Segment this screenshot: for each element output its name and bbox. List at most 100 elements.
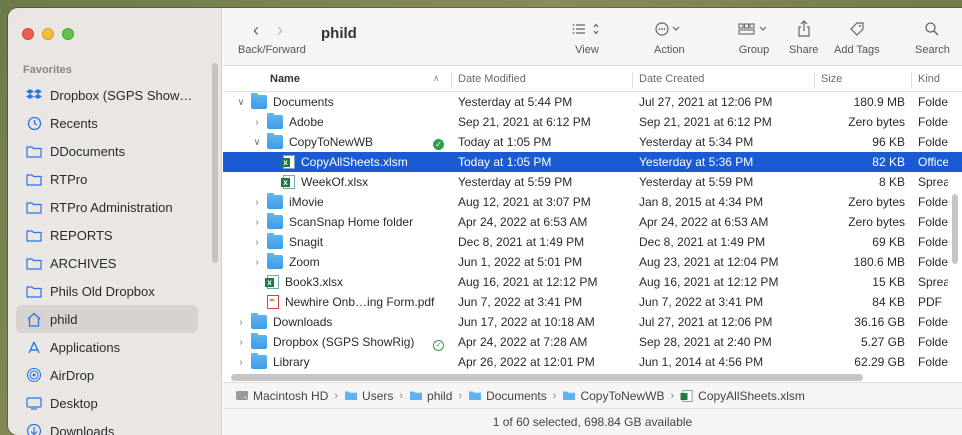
dropbox-icon xyxy=(26,87,42,103)
minimize-button[interactable] xyxy=(42,28,54,40)
column-header-name[interactable]: Name xyxy=(270,73,300,85)
file-row[interactable]: ∨ Documents Yesterday at 5:44 PM Jul 27, 20… xyxy=(223,92,962,112)
disclosure-closed-icon[interactable]: › xyxy=(251,237,263,248)
sidebar-scrollbar[interactable] xyxy=(212,63,218,263)
path-item[interactable]: Users xyxy=(344,389,393,403)
path-item[interactable]: phild xyxy=(409,389,452,403)
excel-file-icon xyxy=(281,175,295,189)
file-row[interactable]: Newhire Onb…ing Form.pdf Jun 7, 2022 at 3… xyxy=(223,292,962,312)
window-controls xyxy=(22,28,74,40)
horizontal-scrollbar[interactable] xyxy=(231,374,863,381)
sidebar-item-label: Dropbox (SGPS Show… xyxy=(50,87,193,103)
file-size: 96 KB xyxy=(872,135,905,149)
path-bar: Macintosh HD › Users › phild › Documents › CopyT… xyxy=(223,382,962,408)
disclosure-closed-icon[interactable]: › xyxy=(251,217,263,228)
disclosure-closed-icon[interactable]: › xyxy=(235,317,247,328)
file-kind: Folder xyxy=(918,335,948,349)
file-row[interactable]: › Dropbox (SGPS ShowRig) ✓ Apr 24, 2022 at … xyxy=(223,332,962,352)
file-name: Library xyxy=(273,355,310,369)
forward-icon[interactable]: › xyxy=(277,20,283,41)
path-separator-icon: › xyxy=(399,389,404,402)
sidebar-item-label: Phils Old Dropbox xyxy=(50,283,155,299)
sidebar-item-phils-old-dropbox[interactable]: Phils Old Dropbox xyxy=(16,277,198,305)
sidebar-item-desktop[interactable]: Desktop xyxy=(16,389,198,417)
close-button[interactable] xyxy=(22,28,34,40)
search-button[interactable]: Search xyxy=(915,18,950,56)
file-date-created: Yesterday at 5:36 PM xyxy=(639,155,754,169)
sidebar-item-rtpro-administration[interactable]: RTPro Administration xyxy=(16,193,198,221)
file-row[interactable]: › ScanSnap Home folder Apr 24, 2022 at 6:5… xyxy=(223,212,962,232)
file-date-modified: Apr 26, 2022 at 12:01 PM xyxy=(458,355,595,369)
file-name: Newhire Onb…ing Form.pdf xyxy=(285,295,435,309)
column-header-date-modified[interactable]: Date Modified xyxy=(458,73,526,85)
column-header-kind[interactable]: Kind xyxy=(918,73,940,85)
file-row[interactable]: › iMovie Aug 12, 2021 at 3:07 PM Jan 8, 201… xyxy=(223,192,962,212)
file-date-modified: Yesterday at 5:44 PM xyxy=(458,95,573,109)
disclosure-closed-icon[interactable]: › xyxy=(235,357,247,368)
list-view-icon xyxy=(572,18,602,40)
file-row[interactable]: › Zoom Jun 1, 2022 at 5:01 PM Aug 23, 2021 … xyxy=(223,252,962,272)
file-size: 82 KB xyxy=(872,155,905,169)
ellipsis-circle-icon xyxy=(655,18,683,40)
file-name: Book3.xlsx xyxy=(285,275,344,289)
file-row[interactable]: WeekOf.xlsx Yesterday at 5:59 PM Yesterday… xyxy=(223,172,962,192)
file-row[interactable]: Book3.xlsx Aug 16, 2021 at 12:12 PM Aug 16… xyxy=(223,272,962,292)
sidebar-item-recents[interactable]: Recents xyxy=(16,109,198,137)
group-button[interactable]: Group xyxy=(738,18,770,56)
file-row[interactable]: ∨ CopyToNewWB ✓ Today at 1:05 PM Yesterday a… xyxy=(223,132,962,152)
view-button[interactable]: View xyxy=(572,18,602,56)
file-row[interactable]: › Snagit Dec 8, 2021 at 1:49 PM Dec 8, 2021… xyxy=(223,232,962,252)
folder-icon xyxy=(562,390,576,401)
sidebar-item-archives[interactable]: ARCHIVES xyxy=(16,249,198,277)
disclosure-closed-icon[interactable]: › xyxy=(235,337,247,348)
file-date-modified: Apr 24, 2022 at 7:28 AM xyxy=(458,335,588,349)
action-label: Action xyxy=(654,44,685,56)
action-button[interactable]: Action xyxy=(654,18,685,56)
sidebar-item-phild[interactable]: phild xyxy=(16,305,198,333)
share-button[interactable]: Share xyxy=(789,18,818,56)
path-item[interactable]: CopyAllSheets.xlsm xyxy=(680,389,805,403)
sidebar-item-ddocuments[interactable]: DDocuments xyxy=(16,137,198,165)
sidebar-item-downloads[interactable]: Downloads xyxy=(16,417,198,435)
disclosure-closed-icon[interactable]: › xyxy=(251,197,263,208)
sidebar-item-label: phild xyxy=(50,311,78,327)
disclosure-open-icon[interactable]: ∨ xyxy=(251,137,263,148)
file-kind: Folder xyxy=(918,315,948,329)
file-row[interactable]: › Library Apr 26, 2022 at 12:01 PM Jun 1, 2… xyxy=(223,352,962,372)
path-item[interactable]: CopyToNewWB xyxy=(562,389,664,403)
file-row[interactable]: CopyAllSheets.xlsm Today at 1:05 PM Yester… xyxy=(223,152,962,172)
file-date-modified: Jun 1, 2022 at 5:01 PM xyxy=(458,255,583,269)
sidebar-item-applications[interactable]: Applications xyxy=(16,333,198,361)
group-grid-icon xyxy=(738,18,770,40)
add-tags-label: Add Tags xyxy=(834,44,880,56)
sort-ascending-icon[interactable]: ∧ xyxy=(433,73,440,84)
path-item-label: Users xyxy=(362,388,394,403)
path-separator-icon: › xyxy=(670,389,675,402)
back-icon[interactable]: ‹ xyxy=(253,20,259,41)
add-tags-button[interactable]: Add Tags xyxy=(834,18,880,56)
file-name: Snagit xyxy=(289,235,324,249)
file-name-cell: › iMovie xyxy=(251,193,440,211)
file-row[interactable]: › Downloads Jun 17, 2022 at 10:18 AM Jul 27… xyxy=(223,312,962,332)
file-size: Zero bytes xyxy=(848,115,905,129)
file-kind: Folder xyxy=(918,195,948,209)
file-kind: Folder xyxy=(918,115,948,129)
tag-icon xyxy=(849,18,865,40)
disclosure-closed-icon[interactable]: › xyxy=(251,257,263,268)
disclosure-closed-icon[interactable]: › xyxy=(251,117,263,128)
file-date-created: Sep 21, 2021 at 6:12 PM xyxy=(639,115,772,129)
sidebar-item-reports[interactable]: REPORTS xyxy=(16,221,198,249)
sidebar-item-airdrop[interactable]: AirDrop xyxy=(16,361,198,389)
disclosure-open-icon[interactable]: ∨ xyxy=(235,97,247,108)
path-item[interactable]: Macintosh HD xyxy=(235,389,328,403)
column-header-size[interactable]: Size xyxy=(821,73,842,85)
sidebar-item-rtpro[interactable]: RTPro xyxy=(16,165,198,193)
vertical-scrollbar[interactable] xyxy=(952,194,958,264)
sidebar-list: Dropbox (SGPS Show… Recents DDocuments RTPr… xyxy=(16,81,198,435)
zoom-button[interactable] xyxy=(62,28,74,40)
path-item[interactable]: Documents xyxy=(468,389,547,403)
file-row[interactable]: › Adobe Sep 21, 2021 at 6:12 PM Sep 21, 202… xyxy=(223,112,962,132)
file-name: Adobe xyxy=(289,115,324,129)
column-header-date-created[interactable]: Date Created xyxy=(639,73,704,85)
sidebar-item-dropbox-sgps-show[interactable]: Dropbox (SGPS Show… xyxy=(16,81,198,109)
